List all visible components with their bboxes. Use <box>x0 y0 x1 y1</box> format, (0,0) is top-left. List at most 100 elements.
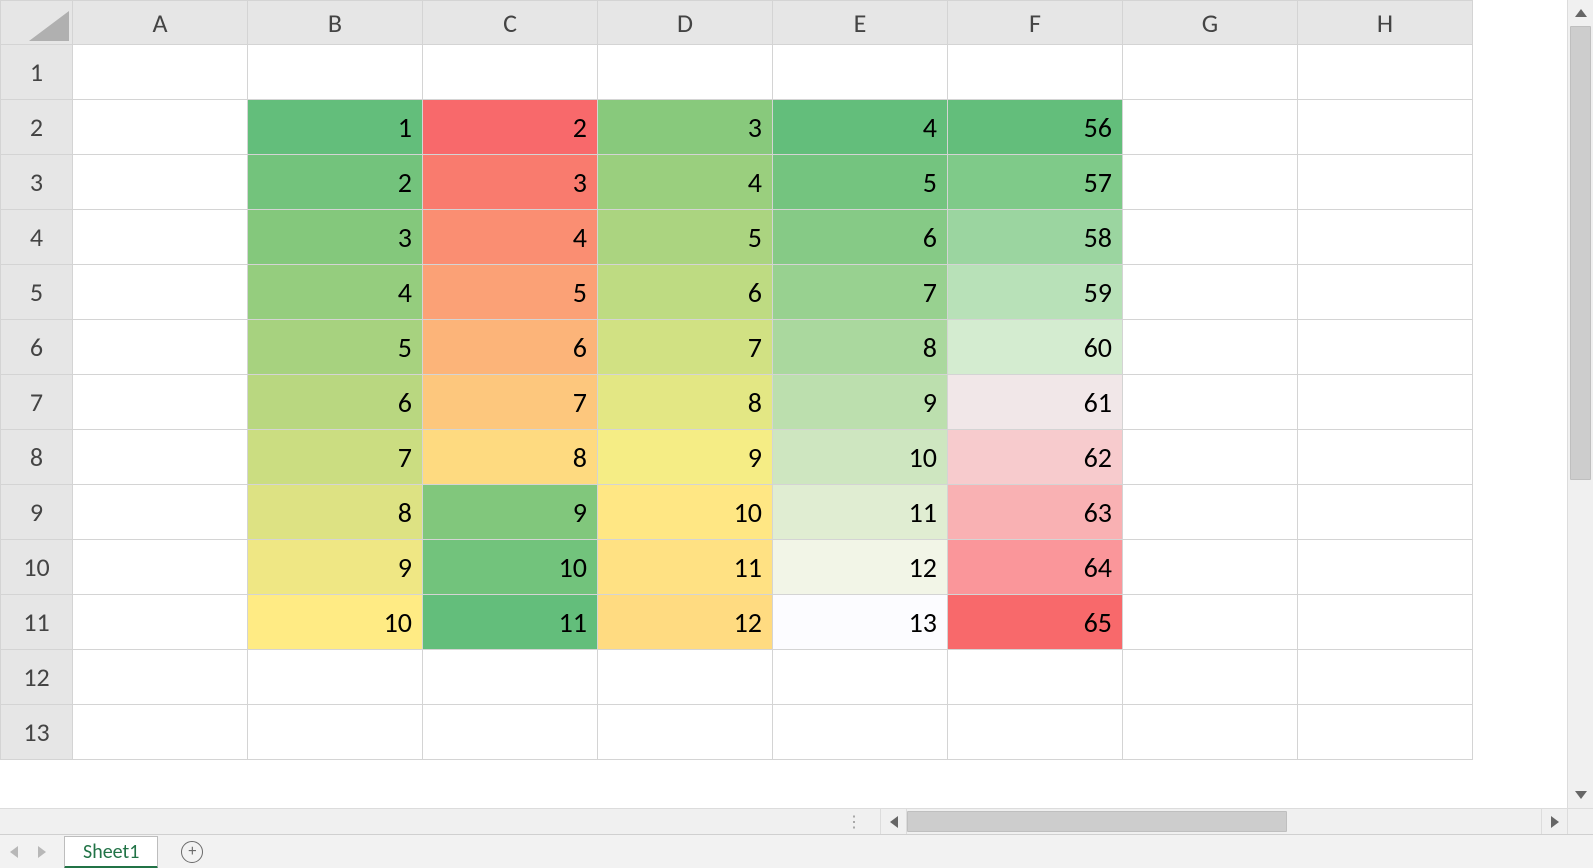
cell-H10[interactable] <box>1298 540 1473 595</box>
cell-H5[interactable] <box>1298 265 1473 320</box>
cell-A13[interactable] <box>73 705 248 760</box>
cell-D13[interactable] <box>598 705 773 760</box>
cell-B5[interactable]: 4 <box>248 265 423 320</box>
cell-E8[interactable]: 10 <box>773 430 948 485</box>
cell-E9[interactable]: 11 <box>773 485 948 540</box>
cell-F10[interactable]: 64 <box>948 540 1123 595</box>
cell-E4[interactable]: 6 <box>773 210 948 265</box>
row-header-10[interactable]: 10 <box>1 540 73 595</box>
cell-A8[interactable] <box>73 430 248 485</box>
cell-C1[interactable] <box>423 45 598 100</box>
cell-D11[interactable]: 12 <box>598 595 773 650</box>
column-header-G[interactable]: G <box>1123 1 1298 45</box>
cell-H9[interactable] <box>1298 485 1473 540</box>
cell-B8[interactable]: 7 <box>248 430 423 485</box>
cell-H11[interactable] <box>1298 595 1473 650</box>
cell-A6[interactable] <box>73 320 248 375</box>
cell-F4[interactable]: 58 <box>948 210 1123 265</box>
cell-C8[interactable]: 8 <box>423 430 598 485</box>
cell-A7[interactable] <box>73 375 248 430</box>
cell-A11[interactable] <box>73 595 248 650</box>
cell-E7[interactable]: 9 <box>773 375 948 430</box>
cell-E13[interactable] <box>773 705 948 760</box>
row-header-1[interactable]: 1 <box>1 45 73 100</box>
cell-E10[interactable]: 12 <box>773 540 948 595</box>
cell-F13[interactable] <box>948 705 1123 760</box>
row-header-9[interactable]: 9 <box>1 485 73 540</box>
scroll-right-button[interactable] <box>1541 809 1567 834</box>
cell-C5[interactable]: 5 <box>423 265 598 320</box>
row-header-3[interactable]: 3 <box>1 155 73 210</box>
row-header-11[interactable]: 11 <box>1 595 73 650</box>
vertical-scrollbar[interactable] <box>1567 0 1593 808</box>
cell-G13[interactable] <box>1123 705 1298 760</box>
row-header-2[interactable]: 2 <box>1 100 73 155</box>
row-header-7[interactable]: 7 <box>1 375 73 430</box>
cell-B12[interactable] <box>248 650 423 705</box>
cell-F6[interactable]: 60 <box>948 320 1123 375</box>
cell-G5[interactable] <box>1123 265 1298 320</box>
cell-A4[interactable] <box>73 210 248 265</box>
tab-nav-prev[interactable] <box>0 835 28 868</box>
scroll-up-button[interactable] <box>1568 0 1593 26</box>
column-header-F[interactable]: F <box>948 1 1123 45</box>
cell-A3[interactable] <box>73 155 248 210</box>
vertical-scroll-thumb[interactable] <box>1570 26 1591 480</box>
cell-F8[interactable]: 62 <box>948 430 1123 485</box>
cell-G1[interactable] <box>1123 45 1298 100</box>
row-header-12[interactable]: 12 <box>1 650 73 705</box>
cell-G7[interactable] <box>1123 375 1298 430</box>
scroll-down-button[interactable] <box>1568 782 1593 808</box>
cell-A12[interactable] <box>73 650 248 705</box>
row-header-8[interactable]: 8 <box>1 430 73 485</box>
cell-E6[interactable]: 8 <box>773 320 948 375</box>
cell-F3[interactable]: 57 <box>948 155 1123 210</box>
cell-G8[interactable] <box>1123 430 1298 485</box>
cell-E11[interactable]: 13 <box>773 595 948 650</box>
cell-C13[interactable] <box>423 705 598 760</box>
cell-B10[interactable]: 9 <box>248 540 423 595</box>
cell-B1[interactable] <box>248 45 423 100</box>
cell-C2[interactable]: 2 <box>423 100 598 155</box>
cell-G4[interactable] <box>1123 210 1298 265</box>
cell-D12[interactable] <box>598 650 773 705</box>
cell-B11[interactable]: 10 <box>248 595 423 650</box>
cell-A10[interactable] <box>73 540 248 595</box>
cell-D9[interactable]: 10 <box>598 485 773 540</box>
cell-H6[interactable] <box>1298 320 1473 375</box>
cell-E3[interactable]: 5 <box>773 155 948 210</box>
cell-D2[interactable]: 3 <box>598 100 773 155</box>
cell-A9[interactable] <box>73 485 248 540</box>
cell-D10[interactable]: 11 <box>598 540 773 595</box>
cell-B9[interactable]: 8 <box>248 485 423 540</box>
cell-G6[interactable] <box>1123 320 1298 375</box>
cell-G3[interactable] <box>1123 155 1298 210</box>
vertical-scroll-track[interactable] <box>1568 26 1593 782</box>
cell-H4[interactable] <box>1298 210 1473 265</box>
cell-D1[interactable] <box>598 45 773 100</box>
new-sheet-button[interactable]: + <box>172 835 212 868</box>
cell-A1[interactable] <box>73 45 248 100</box>
row-header-5[interactable]: 5 <box>1 265 73 320</box>
cell-D7[interactable]: 8 <box>598 375 773 430</box>
cell-H7[interactable] <box>1298 375 1473 430</box>
cell-E5[interactable]: 7 <box>773 265 948 320</box>
cell-B7[interactable]: 6 <box>248 375 423 430</box>
cell-A5[interactable] <box>73 265 248 320</box>
cell-C6[interactable]: 6 <box>423 320 598 375</box>
sheet-tab-active[interactable]: Sheet1 <box>64 836 158 868</box>
cell-B13[interactable] <box>248 705 423 760</box>
column-header-C[interactable]: C <box>423 1 598 45</box>
cell-G2[interactable] <box>1123 100 1298 155</box>
cell-B6[interactable]: 5 <box>248 320 423 375</box>
spreadsheet-grid[interactable]: ABCDEFGH12123456323455743456585456759656… <box>0 0 1567 808</box>
cell-G10[interactable] <box>1123 540 1298 595</box>
cell-F11[interactable]: 65 <box>948 595 1123 650</box>
cell-F1[interactable] <box>948 45 1123 100</box>
cell-G12[interactable] <box>1123 650 1298 705</box>
cell-G9[interactable] <box>1123 485 1298 540</box>
horizontal-scroll-thumb[interactable] <box>907 811 1287 832</box>
cell-B2[interactable]: 1 <box>248 100 423 155</box>
column-header-A[interactable]: A <box>73 1 248 45</box>
tab-nav-next[interactable] <box>28 835 56 868</box>
